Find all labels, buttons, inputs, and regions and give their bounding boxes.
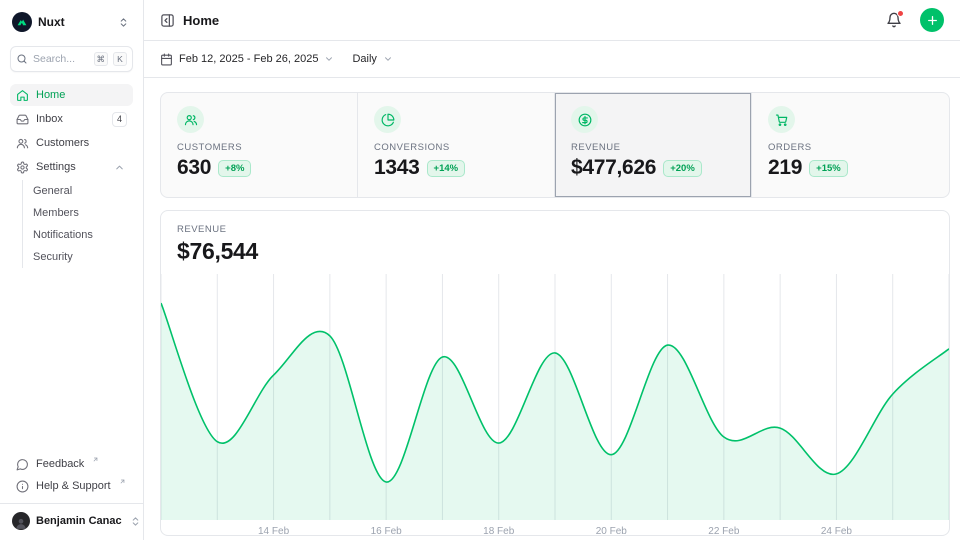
page-title: Home (183, 13, 878, 28)
svg-text:18 Feb: 18 Feb (483, 526, 515, 536)
stat-card-revenue[interactable]: REVENUE $477,626 +20% (555, 93, 752, 197)
avatar (12, 512, 30, 530)
stat-value: 219 (768, 156, 802, 180)
sidebar-subitem-members[interactable]: Members (31, 202, 133, 224)
info-circle-icon (16, 480, 29, 493)
add-button[interactable] (920, 8, 944, 32)
main-panel: Home Feb 12, 2025 - Feb 26, 2025 Daily (144, 0, 960, 540)
gear-icon (16, 161, 29, 174)
stat-delta-badge: +20% (663, 160, 702, 177)
message-circle-icon (16, 458, 29, 471)
svg-text:20 Feb: 20 Feb (596, 526, 628, 536)
stat-label: CONVERSIONS (374, 142, 538, 153)
app-window: Nuxt Search... ⌘ K Home (0, 0, 960, 540)
period-select[interactable]: Daily (352, 53, 392, 65)
filters-toolbar: Feb 12, 2025 - Feb 26, 2025 Daily (144, 41, 960, 78)
workspace-name: Nuxt (38, 15, 110, 29)
notification-dot (897, 10, 904, 17)
inbox-count-badge: 4 (112, 112, 127, 127)
chevron-down-icon (324, 54, 334, 64)
user-name: Benjamin Canac (36, 515, 122, 527)
user-menu[interactable]: Benjamin Canac (0, 503, 143, 532)
notifications-button[interactable] (886, 12, 902, 28)
svg-text:24 Feb: 24 Feb (821, 526, 853, 536)
calendar-icon (160, 53, 173, 66)
period-label: Daily (352, 53, 376, 65)
stat-label: ORDERS (768, 142, 933, 153)
date-range-label: Feb 12, 2025 - Feb 26, 2025 (179, 53, 318, 65)
users-icon (177, 106, 204, 133)
sidebar-item-inbox[interactable]: Inbox 4 (10, 108, 133, 130)
plus-icon (926, 14, 939, 27)
stat-delta-badge: +15% (809, 160, 848, 177)
stat-value: 630 (177, 156, 211, 180)
revenue-chart-card: REVENUE $76,544 14 Feb 16 Feb 18 Feb 20 Feb… (160, 210, 950, 536)
sidebar: Nuxt Search... ⌘ K Home (0, 0, 144, 540)
stat-label: CUSTOMERS (177, 142, 341, 153)
workspace-switcher[interactable]: Nuxt (10, 10, 133, 32)
search-icon (16, 53, 28, 65)
users-icon (16, 137, 29, 150)
nuxt-logo-icon (12, 12, 32, 32)
chevron-down-icon (383, 54, 393, 64)
help-support-link[interactable]: Help & Support (10, 475, 133, 497)
chart-metric-label: REVENUE (177, 224, 933, 235)
sidebar-item-label: Settings (36, 161, 76, 173)
stat-value: $477,626 (571, 156, 656, 180)
chevrons-up-down-icon (128, 514, 143, 529)
stat-card-orders[interactable]: ORDERS 219 +15% (752, 93, 949, 197)
chart-pie-icon (374, 106, 401, 133)
chevrons-up-down-icon[interactable] (116, 15, 131, 30)
stat-delta-badge: +14% (427, 160, 466, 177)
kbd-k: K (113, 52, 127, 66)
kbd-cmd: ⌘ (94, 52, 109, 66)
home-icon (16, 89, 29, 102)
inbox-icon (16, 113, 29, 126)
sidebar-item-label: Customers (36, 137, 89, 149)
sidebar-item-customers[interactable]: Customers (10, 132, 133, 154)
stats-row: CUSTOMERS 630 +8% CONVERSIONS 1343 +14% (160, 92, 950, 198)
collapse-sidebar-icon[interactable] (160, 13, 175, 28)
content-area: CUSTOMERS 630 +8% CONVERSIONS 1343 +14% (144, 78, 960, 540)
svg-text:14 Feb: 14 Feb (258, 526, 290, 536)
page-header: Home (144, 0, 960, 41)
search-input[interactable]: Search... ⌘ K (10, 46, 133, 72)
feedback-link[interactable]: Feedback (10, 453, 133, 475)
stat-card-customers[interactable]: CUSTOMERS 630 +8% (161, 93, 358, 197)
chevron-up-icon (112, 160, 127, 175)
settings-submenu: General Members Notifications Security (22, 180, 133, 268)
sidebar-subitem-notifications[interactable]: Notifications (31, 224, 133, 246)
sidebar-item-label: Inbox (36, 113, 63, 125)
chart-header: REVENUE $76,544 (161, 211, 949, 265)
stat-value: 1343 (374, 156, 420, 180)
stat-delta-badge: +8% (218, 160, 251, 177)
shopping-cart-icon (768, 106, 795, 133)
search-placeholder: Search... (33, 53, 89, 65)
stat-card-conversions[interactable]: CONVERSIONS 1343 +14% (358, 93, 555, 197)
chart-x-axis-labels: 14 Feb 16 Feb 18 Feb 20 Feb 22 Feb 24 Feb (258, 526, 852, 536)
help-support-label: Help & Support (36, 480, 111, 492)
chart-metric-value: $76,544 (177, 238, 933, 265)
sidebar-subitem-general[interactable]: General (31, 180, 133, 202)
svg-text:16 Feb: 16 Feb (371, 526, 403, 536)
sidebar-subitem-security[interactable]: Security (31, 246, 133, 268)
feedback-label: Feedback (36, 458, 84, 470)
svg-text:22 Feb: 22 Feb (708, 526, 740, 536)
revenue-area-chart[interactable]: 14 Feb 16 Feb 18 Feb 20 Feb 22 Feb 24 Feb (161, 274, 949, 536)
sidebar-item-home[interactable]: Home (10, 84, 133, 106)
stat-label: REVENUE (571, 142, 735, 153)
external-link-icon (119, 478, 126, 485)
date-range-picker[interactable]: Feb 12, 2025 - Feb 26, 2025 (160, 53, 334, 66)
circle-dollar-icon (571, 106, 598, 133)
external-link-icon (92, 456, 99, 463)
sidebar-item-settings[interactable]: Settings (10, 156, 133, 178)
sidebar-nav: Home Inbox 4 Customers Sett (10, 84, 133, 268)
sidebar-item-label: Home (36, 89, 65, 101)
